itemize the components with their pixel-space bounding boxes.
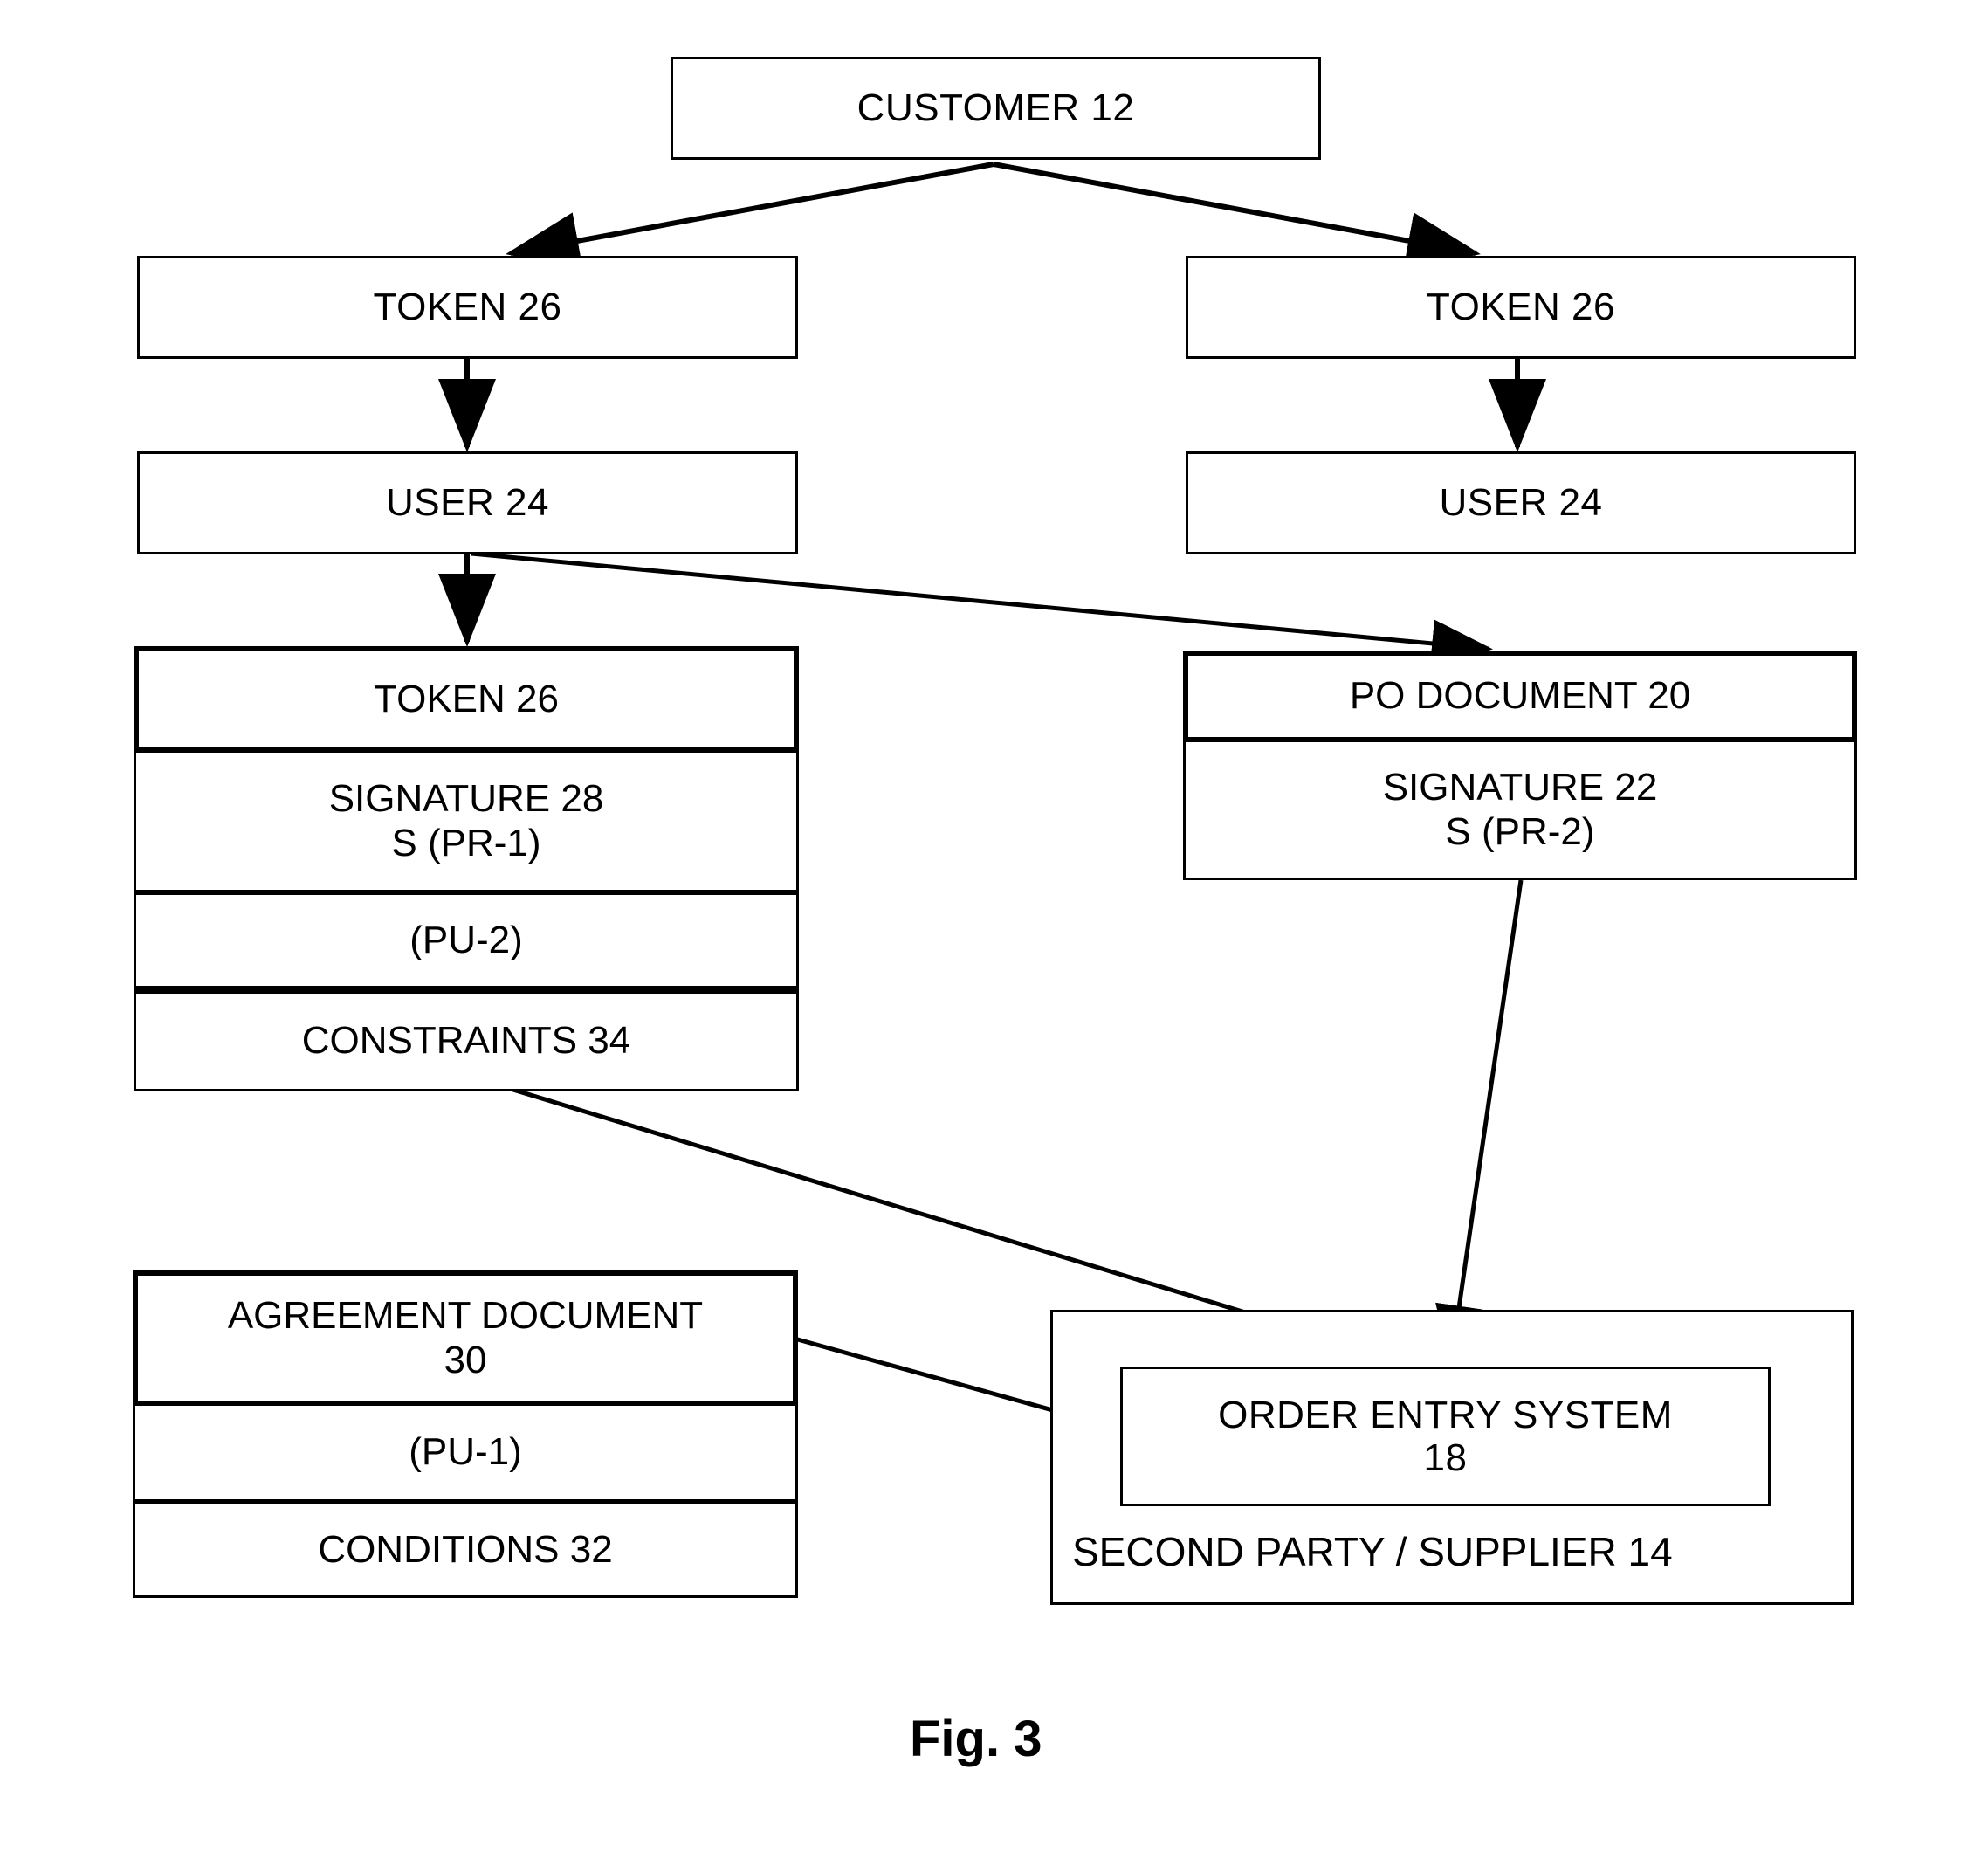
agreement-document-header-label: AGREEMENT DOCUMENT 30 <box>227 1294 704 1381</box>
arrow-po-document-to-order-entry <box>1435 879 1524 1367</box>
po-document-header: PO DOCUMENT 20 <box>1183 651 1857 742</box>
node-customer[interactable]: CUSTOMER 12 <box>671 57 1321 160</box>
arrow-customer-to-left-token <box>506 162 994 270</box>
node-token-left-top-label: TOKEN 26 <box>373 286 562 329</box>
node-user-left[interactable]: USER 24 <box>137 451 798 554</box>
node-token-right-top-label: TOKEN 26 <box>1427 286 1615 329</box>
node-user-right-label: USER 24 <box>1439 481 1603 525</box>
node-po-document[interactable]: PO DOCUMENT 20 SIGNATURE 22 S (PR-2) <box>1183 651 1857 880</box>
arrow-left-user-to-po-document <box>471 551 1493 668</box>
node-order-entry-system[interactable]: ORDER ENTRY SYSTEM 18 <box>1120 1367 1771 1506</box>
token-composite-signature-label: SIGNATURE 28 S (PR-1) <box>328 777 604 864</box>
po-document-header-label: PO DOCUMENT 20 <box>1349 674 1691 718</box>
agreement-document-header: AGREEMENT DOCUMENT 30 <box>133 1270 798 1406</box>
po-document-signature-label: SIGNATURE 22 S (PR-2) <box>1382 766 1658 853</box>
token-composite-pu2-label: (PU-2) <box>409 918 523 961</box>
node-customer-label: CUSTOMER 12 <box>856 86 1135 130</box>
token-composite-row-signature: SIGNATURE 28 S (PR-1) <box>134 753 799 892</box>
token-composite-row-pu2: (PU-2) <box>134 892 799 988</box>
po-document-row-signature: SIGNATURE 22 S (PR-2) <box>1183 742 1857 880</box>
token-composite-constraints-label: CONSTRAINTS 34 <box>301 1019 631 1063</box>
agreement-document-pu1-label: (PU-1) <box>409 1430 522 1474</box>
second-party-supplier-label: SECOND PARTY / SUPPLIER 14 <box>1072 1529 1673 1574</box>
node-order-entry-system-label: ORDER ENTRY SYSTEM 18 <box>1218 1393 1673 1479</box>
token-composite-header-label: TOKEN 26 <box>374 677 559 720</box>
token-composite-row-constraints: CONSTRAINTS 34 <box>134 988 799 1091</box>
figure-caption: Fig. 3 <box>910 1711 1042 1767</box>
agreement-document-row-pu1: (PU-1) <box>133 1406 798 1502</box>
node-token-left-top[interactable]: TOKEN 26 <box>137 256 798 359</box>
node-token-right-top[interactable]: TOKEN 26 <box>1186 256 1856 359</box>
node-user-left-label: USER 24 <box>386 481 549 525</box>
arrow-customer-to-right-token <box>993 162 1481 270</box>
node-token-composite[interactable]: TOKEN 26 SIGNATURE 28 S (PR-1) (PU-2) CO… <box>134 646 799 1091</box>
agreement-document-conditions-label: CONDITIONS 32 <box>318 1527 613 1571</box>
node-agreement-document[interactable]: AGREEMENT DOCUMENT 30 (PU-1) CONDITIONS … <box>133 1270 798 1598</box>
token-composite-header: TOKEN 26 <box>134 646 799 753</box>
node-user-right[interactable]: USER 24 <box>1186 451 1856 554</box>
figure-canvas: CUSTOMER 12 TOKEN 26 TOKEN 26 USER 24 US… <box>0 0 1988 1852</box>
agreement-document-row-conditions: CONDITIONS 32 <box>133 1502 798 1598</box>
